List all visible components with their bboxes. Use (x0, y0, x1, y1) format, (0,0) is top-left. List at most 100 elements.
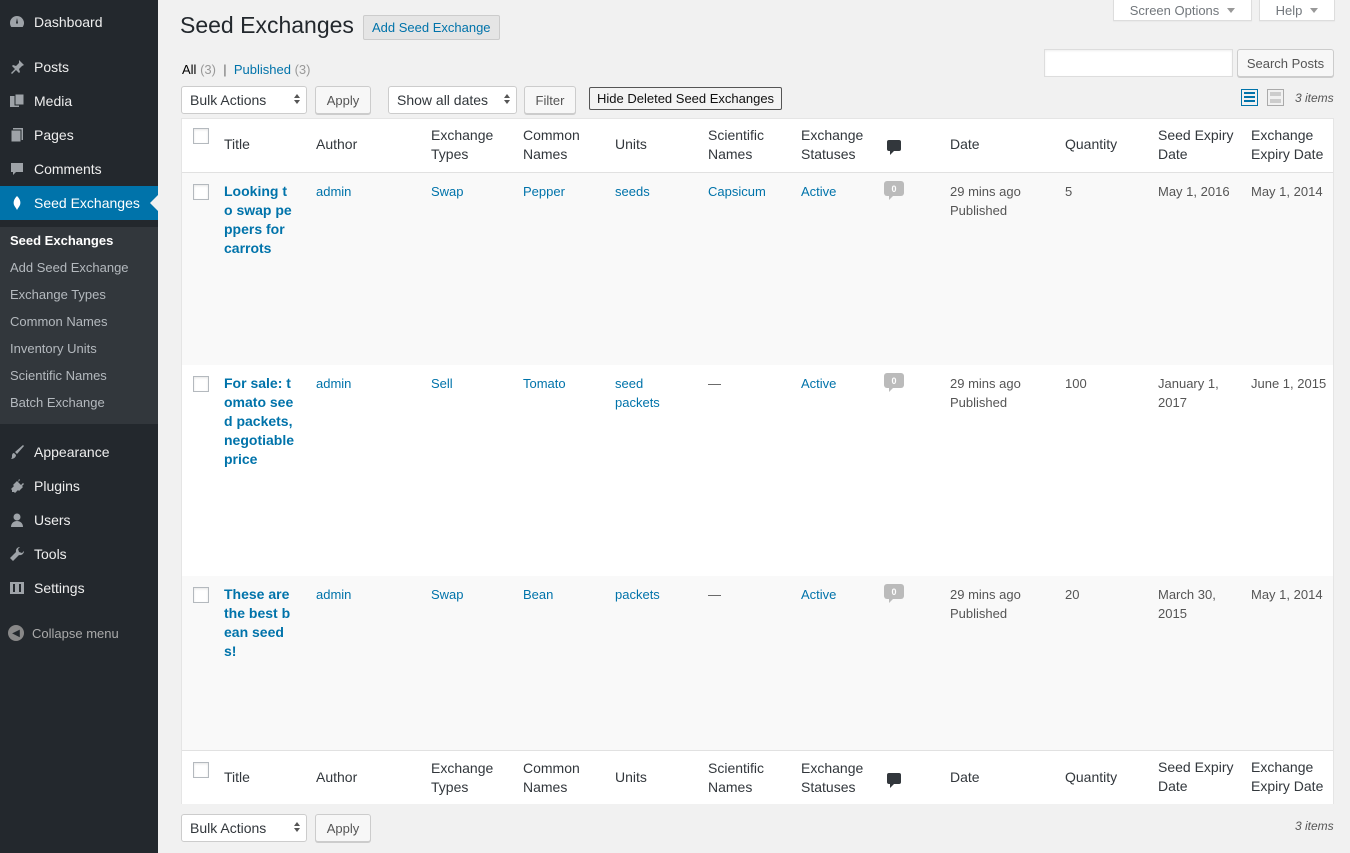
submenu-exchange-types[interactable]: Exchange Types (10, 287, 106, 302)
row-title-link[interactable]: For sale: tomato seed packets, negotiabl… (224, 374, 294, 469)
list-view-icon[interactable] (1241, 89, 1258, 106)
row-type-link[interactable]: Swap (431, 585, 464, 604)
menu-plugins[interactable]: Plugins (0, 469, 158, 503)
row-title-link[interactable]: These are the best bean seeds! (224, 585, 294, 661)
table-row: Looking to swap peppers for carrots admi… (182, 173, 1333, 365)
menu-seed-exchanges[interactable]: Seed Exchanges (0, 186, 158, 220)
row-author-link[interactable]: admin (316, 585, 351, 604)
brush-icon (0, 444, 34, 460)
row-checkbox[interactable] (193, 587, 209, 603)
collapse-menu[interactable]: ◀ Collapse menu (0, 622, 158, 644)
row-common-link[interactable]: Tomato (523, 374, 566, 393)
row-checkbox[interactable] (193, 184, 209, 200)
submenu-batch-exchange[interactable]: Batch Exchange (10, 395, 105, 410)
pin-icon (0, 59, 34, 75)
row-units-link[interactable]: seeds (615, 182, 675, 201)
select-all-checkbox-footer[interactable] (193, 762, 209, 778)
screen-options-tab[interactable]: Screen Options (1113, 0, 1252, 21)
excerpt-view-icon[interactable] (1267, 89, 1284, 106)
row-status-link[interactable]: Active (801, 585, 836, 604)
add-seed-exchange-button[interactable]: Add Seed Exchange (363, 15, 500, 40)
submenu-scientific-names[interactable]: Scientific Names (10, 368, 107, 383)
row-status-link[interactable]: Active (801, 374, 836, 393)
row-type-link[interactable]: Swap (431, 182, 464, 201)
row-exchange-expiry: May 1, 2014 (1251, 587, 1323, 602)
table-row: For sale: tomato seed packets, negotiabl… (182, 365, 1333, 576)
comments-column-icon[interactable] (887, 773, 901, 788)
row-seed-expiry: January 1, 2017 (1158, 376, 1219, 410)
comment-count-bubble[interactable]: 0 (884, 584, 904, 603)
comment-count-bubble[interactable]: 0 (884, 181, 904, 200)
view-published-link[interactable]: Published (234, 62, 291, 77)
media-icon (0, 93, 34, 109)
menu-posts[interactable]: Posts (0, 50, 158, 84)
comments-column-icon[interactable] (887, 140, 901, 155)
col-exchange-statuses: Exchange Statuses (801, 127, 864, 162)
row-seed-expiry: May 1, 2016 (1158, 184, 1230, 199)
col-date[interactable]: Date (950, 768, 980, 787)
row-author-link[interactable]: admin (316, 374, 351, 393)
menu-users[interactable]: Users (0, 503, 158, 537)
search-input[interactable] (1044, 49, 1233, 77)
row-author-link[interactable]: admin (316, 182, 351, 201)
row-title-link[interactable]: Looking to swap peppers for carrots (224, 182, 294, 258)
col-date[interactable]: Date (950, 135, 980, 154)
col-author: Author (316, 136, 358, 152)
table-row: These are the best bean seeds! admin Swa… (182, 576, 1333, 750)
page-title: Seed Exchanges (180, 12, 354, 38)
row-units-link[interactable]: packets (615, 585, 675, 604)
row-scientific: — (708, 376, 721, 391)
row-checkbox[interactable] (193, 376, 209, 392)
hide-deleted-button[interactable]: Hide Deleted Seed Exchanges (589, 87, 783, 110)
row-quantity: 5 (1065, 184, 1073, 199)
row-units-link[interactable]: seed packets (615, 374, 670, 412)
submenu-common-names[interactable]: Common Names (10, 314, 108, 329)
search-posts-button[interactable]: Search Posts (1237, 49, 1334, 77)
apply-button[interactable]: Apply (315, 86, 371, 114)
col-exchange-expiry: Exchange Expiry Date (1251, 127, 1324, 162)
view-all-link[interactable]: All (182, 62, 196, 77)
col-quantity: Quantity (1065, 136, 1118, 152)
menu-pages[interactable]: Pages (0, 118, 158, 152)
dates-select[interactable]: Show all dates (388, 86, 517, 114)
user-icon (0, 512, 34, 528)
comment-count-bubble[interactable]: 0 (884, 373, 904, 392)
menu-media[interactable]: Media (0, 84, 158, 118)
submenu-seed-exchanges[interactable]: Seed Exchanges (10, 233, 113, 248)
collapse-arrow-icon: ◀ (0, 625, 32, 641)
col-exchange-expiry: Exchange Expiry Date (1251, 759, 1324, 794)
comment-icon (0, 161, 34, 177)
col-title[interactable]: Title (224, 135, 250, 154)
row-type-link[interactable]: Sell (431, 374, 453, 393)
filter-button[interactable]: Filter (524, 86, 576, 114)
col-exchange-statuses: Exchange Statuses (801, 760, 864, 795)
apply-button-bottom[interactable]: Apply (315, 814, 371, 842)
select-arrows-icon (294, 94, 300, 104)
menu-appearance[interactable]: Appearance (0, 435, 158, 469)
menu-tools[interactable]: Tools (0, 537, 158, 571)
menu-comments[interactable]: Comments (0, 152, 158, 186)
row-status-link[interactable]: Active (801, 182, 836, 201)
pages-icon (0, 127, 34, 143)
col-scientific-names: Scientific Names (708, 127, 765, 162)
bulk-actions-select-bottom[interactable]: Bulk Actions (181, 814, 307, 842)
row-quantity: 20 (1065, 587, 1080, 602)
table-footer: Title Author Exchange Types Common Names… (182, 750, 1333, 804)
submenu-inventory-units[interactable]: Inventory Units (10, 341, 97, 356)
row-scientific-link[interactable]: Capsicum (708, 182, 766, 201)
select-all-checkbox[interactable] (193, 128, 209, 144)
row-common-link[interactable]: Bean (523, 585, 553, 604)
menu-settings[interactable]: Settings (0, 571, 158, 605)
help-tab[interactable]: Help (1259, 0, 1335, 21)
bulk-actions-select[interactable]: Bulk Actions (181, 86, 307, 114)
row-quantity: 100 (1065, 376, 1087, 391)
chevron-down-icon (1310, 7, 1319, 13)
col-seed-expiry: Seed Expiry Date (1158, 127, 1234, 162)
menu-dashboard[interactable]: Dashboard (0, 5, 158, 39)
col-units: Units (615, 136, 647, 152)
row-common-link[interactable]: Pepper (523, 182, 565, 201)
col-units: Units (615, 769, 647, 785)
col-title[interactable]: Title (224, 768, 250, 787)
col-common-names: Common Names (523, 127, 580, 162)
submenu-add-seed-exchange[interactable]: Add Seed Exchange (10, 260, 129, 275)
